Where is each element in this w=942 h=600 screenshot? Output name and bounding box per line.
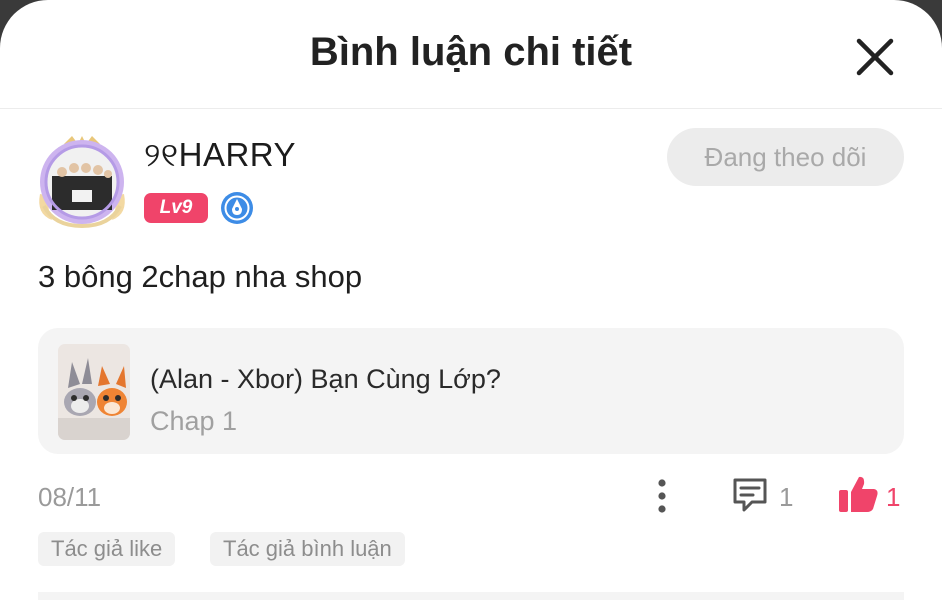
header: Bình luận chi tiết [0,0,942,109]
like-count: 1 [886,482,901,512]
story-thumbnail [58,344,130,440]
comment-icon [733,478,767,512]
comment-detail-sheet: Bình luận chi tiết ୨୧HARRY Lv9 Đang theo… [0,0,942,600]
author-replied-tag: Tác giả bình luận [210,532,405,566]
comment-date: 08/11 [38,482,102,512]
story-title: (Alan - Xbor) Bạn Cùng Lớp? [150,364,501,394]
username[interactable]: ୨୧HARRY [144,136,296,175]
divider [38,592,904,600]
page-title: Bình luận chi tiết [309,30,633,74]
close-button[interactable] [852,34,898,80]
like-button[interactable] [837,474,879,514]
close-icon [856,38,894,76]
story-chapter: Chap 1 [150,406,238,436]
comment-text: 3 bông 2chap nha shop [38,259,363,294]
more-options-button[interactable] [648,476,676,516]
level-badge: Lv9 [144,193,208,223]
story-card[interactable]: (Alan - Xbor) Bạn Cùng Lớp? Chap 1 [38,328,904,454]
more-vertical-icon [658,479,666,513]
following-button[interactable]: Đang theo dõi [667,128,904,186]
reply-count: 1 [779,482,794,512]
thumbs-up-icon [839,476,878,512]
author-liked-tag: Tác giả like [38,532,176,566]
avatar[interactable] [34,134,130,230]
pen-badge-icon [220,191,254,225]
reply-button[interactable] [730,474,770,514]
avatar-frame [39,136,125,229]
